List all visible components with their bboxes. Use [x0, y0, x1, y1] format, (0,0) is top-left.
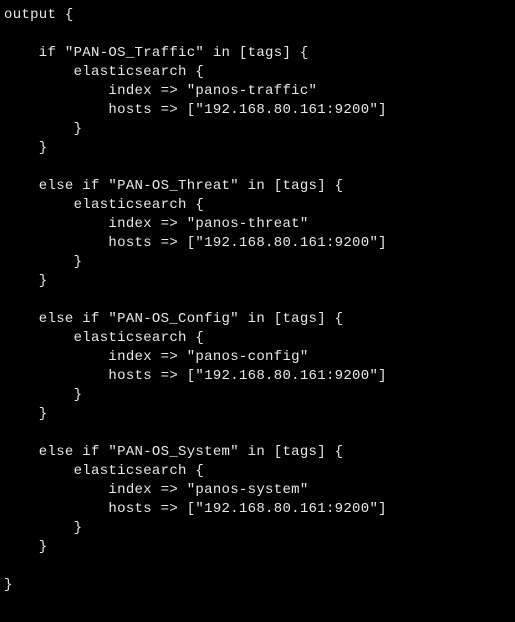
code-block: output { if "PAN-OS_Traffic" in [tags] {…	[0, 0, 515, 601]
